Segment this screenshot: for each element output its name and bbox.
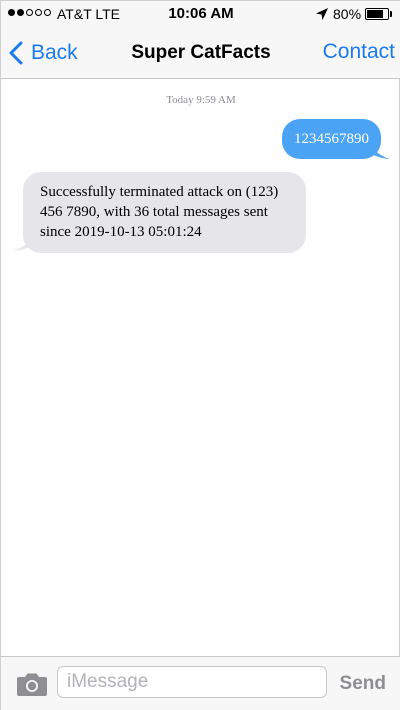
battery-percent: 80% <box>333 6 362 22</box>
nav-bar: Back Super CatFacts Contact <box>1 27 400 79</box>
message-timestamp: Today 9:59 AM <box>166 94 236 106</box>
outgoing-message-bubble[interactable]: 1234567890 <box>282 119 381 159</box>
incoming-message-bubble[interactable]: Successfully terminated attack on (123) … <box>23 172 306 253</box>
status-bar: AT&T LTE 10:06 AM 80% <box>1 1 400 27</box>
contact-button[interactable]: Contact <box>323 40 395 64</box>
send-button[interactable]: Send <box>340 673 386 695</box>
incoming-bubble-tail <box>13 234 33 251</box>
battery-level <box>367 10 383 18</box>
outgoing-bubble-tail <box>370 142 390 159</box>
location-arrow-icon <box>316 8 328 20</box>
phone-screen: AT&T LTE 10:06 AM 80% Back Super CatFact… <box>0 0 400 710</box>
imessage-input[interactable] <box>57 666 327 698</box>
camera-icon[interactable] <box>16 671 48 697</box>
battery-icon <box>365 8 389 20</box>
message-input-bar: Send <box>1 656 400 710</box>
